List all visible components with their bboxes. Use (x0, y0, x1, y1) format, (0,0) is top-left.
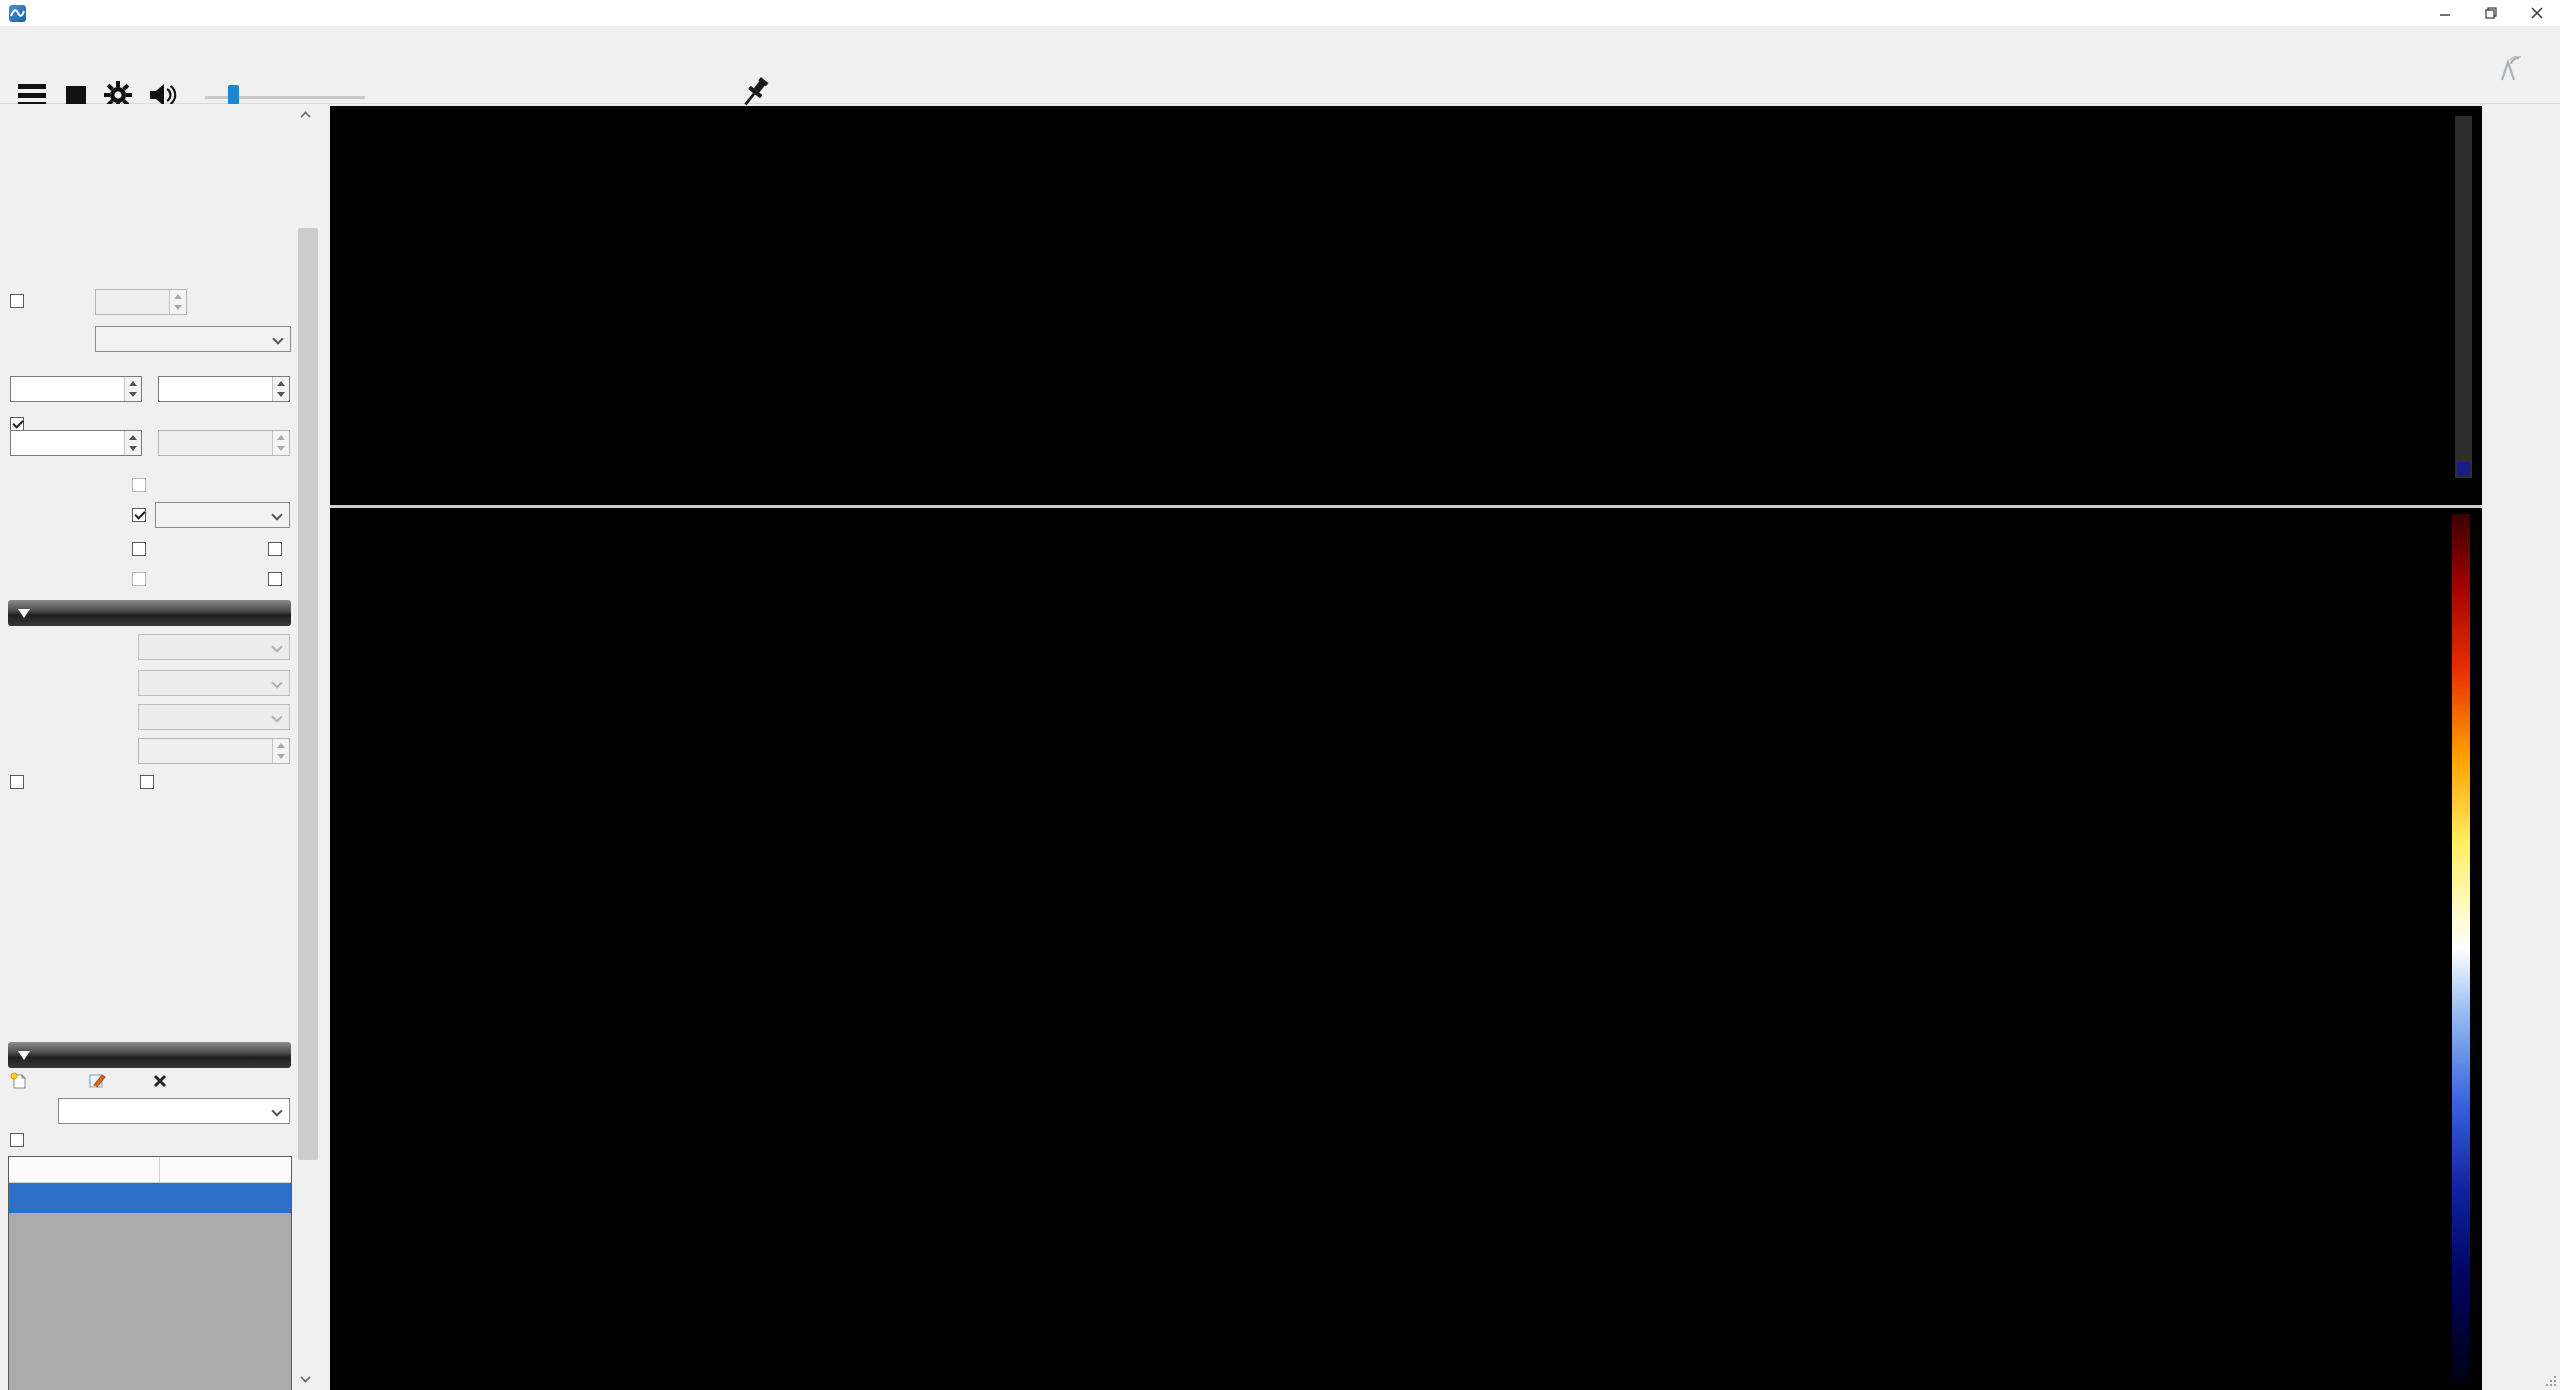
squelch-spinner[interactable] (124, 431, 141, 455)
app-logo-icon (9, 5, 26, 22)
scrollbar-thumb[interactable] (298, 228, 318, 1160)
resize-grip[interactable] (2546, 1376, 2558, 1388)
show-on-spectrum-checkbox[interactable] (10, 1133, 24, 1147)
anti-fading-checkbox (132, 572, 146, 586)
table-row-selected[interactable] (9, 1183, 291, 1213)
snr-meter-bar (2455, 116, 2472, 478)
shift-field[interactable] (95, 289, 187, 315)
filter-audio-checkbox[interactable] (140, 775, 154, 789)
lock-carrier-checkbox[interactable] (132, 542, 146, 556)
main-area (0, 104, 2560, 1390)
chevron-down-icon (272, 333, 283, 344)
minimize-button[interactable] (2422, 0, 2468, 26)
bandwidth-spinner[interactable] (124, 377, 141, 401)
stop-button[interactable] (66, 86, 86, 106)
fm-delete-button[interactable] (152, 1070, 173, 1092)
cw-shift-field (158, 430, 290, 456)
snr-meter-indicator (2457, 462, 2470, 476)
order-spinner[interactable] (272, 377, 289, 401)
shift-checkbox[interactable] (10, 294, 24, 308)
fm-stereo-checkbox (132, 478, 146, 492)
waterfall-display[interactable] (350, 510, 2445, 1386)
snap-to-grid-checkbox[interactable] (132, 508, 146, 522)
chevron-down-icon (271, 711, 282, 722)
shift-spinner[interactable] (169, 290, 186, 314)
frequency-table[interactable] (8, 1156, 292, 1390)
collapse-arrow-icon (18, 609, 30, 618)
new-page-icon (10, 1072, 28, 1090)
section-header-frequency-manager[interactable] (8, 1042, 291, 1068)
edit-pencil-icon (88, 1072, 106, 1090)
squelch-field[interactable] (10, 430, 142, 456)
filter-dropdown[interactable] (95, 326, 291, 352)
section-header-audio[interactable] (8, 600, 291, 626)
chevron-down-icon (271, 641, 282, 652)
scroll-down-arrow-icon[interactable] (300, 1372, 310, 1382)
waterfall-color-legend (2452, 514, 2470, 1382)
toolbar (0, 26, 2560, 104)
chevron-down-icon (271, 677, 282, 688)
audio-output-dropdown (138, 704, 290, 730)
chevron-down-icon (271, 509, 282, 520)
latency-field (138, 738, 290, 764)
frequency-table-header (9, 1157, 291, 1183)
chevron-down-icon (271, 1105, 282, 1116)
title-bar (0, 0, 2560, 26)
audio-input-dropdown (138, 670, 290, 696)
airspy-logo (2492, 56, 2522, 82)
spectrum-display[interactable] (330, 106, 2482, 505)
order-field[interactable] (158, 376, 290, 402)
spectrum-waterfall-area (330, 106, 2482, 1390)
spectrum-waterfall-divider[interactable] (330, 505, 2482, 508)
correct-iq-checkbox[interactable] (268, 542, 282, 556)
samplerate-dropdown (138, 634, 290, 660)
control-side-panel (0, 104, 296, 1390)
column-divider (159, 1157, 160, 1183)
side-panel-scrollbar[interactable] (296, 104, 320, 1390)
squelch-checkbox[interactable] (10, 417, 24, 431)
bandwidth-field[interactable] (10, 376, 142, 402)
scroll-up-arrow-icon[interactable] (300, 111, 310, 121)
restore-button[interactable] (2468, 0, 2514, 26)
delete-x-icon (152, 1073, 168, 1089)
unity-gain-checkbox[interactable] (10, 775, 24, 789)
display-sliders-panel (2482, 104, 2560, 1390)
latency-spinner (272, 739, 289, 763)
collapse-arrow-icon (18, 1051, 30, 1060)
cw-shift-spinner (272, 431, 289, 455)
step-size-dropdown[interactable] (155, 502, 290, 528)
fm-new-button[interactable] (10, 1070, 33, 1092)
swap-iq-checkbox[interactable] (268, 572, 282, 586)
fm-edit-button[interactable] (88, 1070, 111, 1092)
close-button[interactable] (2514, 0, 2560, 26)
group-dropdown[interactable] (58, 1098, 290, 1124)
